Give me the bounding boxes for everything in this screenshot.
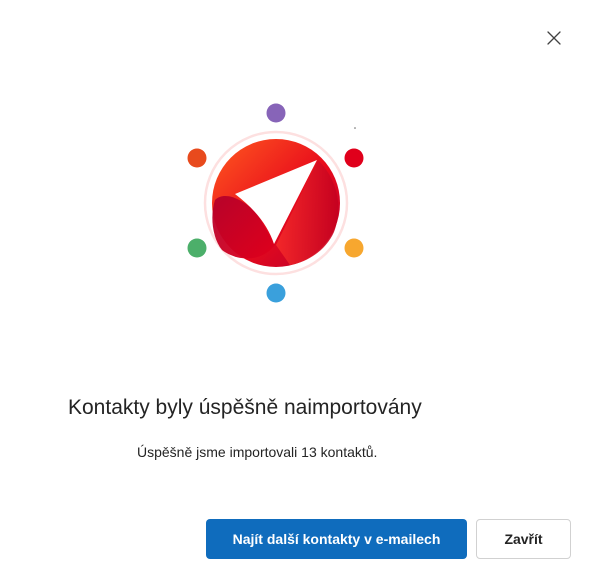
contacts-app-logo xyxy=(212,139,340,267)
dialog-title: Kontakty byly úspěšně naimportovány xyxy=(68,396,422,419)
close-dialog-button[interactable]: Zavřít xyxy=(476,519,571,559)
dialog-message: Úspěšně jsme importovali 13 kontaktů. xyxy=(137,444,378,460)
success-illustration xyxy=(187,103,364,303)
import-success-dialog: Kontakty byly úspěšně naimportovány Úspě… xyxy=(0,0,593,581)
dot-red xyxy=(344,148,364,168)
dot-yellow xyxy=(344,238,364,258)
find-more-contacts-button[interactable]: Najít další kontakty v e-mailech xyxy=(206,519,467,559)
dot-orange xyxy=(187,148,207,168)
dot-purple xyxy=(266,103,286,123)
dot-blue xyxy=(266,283,286,303)
dot-green xyxy=(187,238,207,258)
